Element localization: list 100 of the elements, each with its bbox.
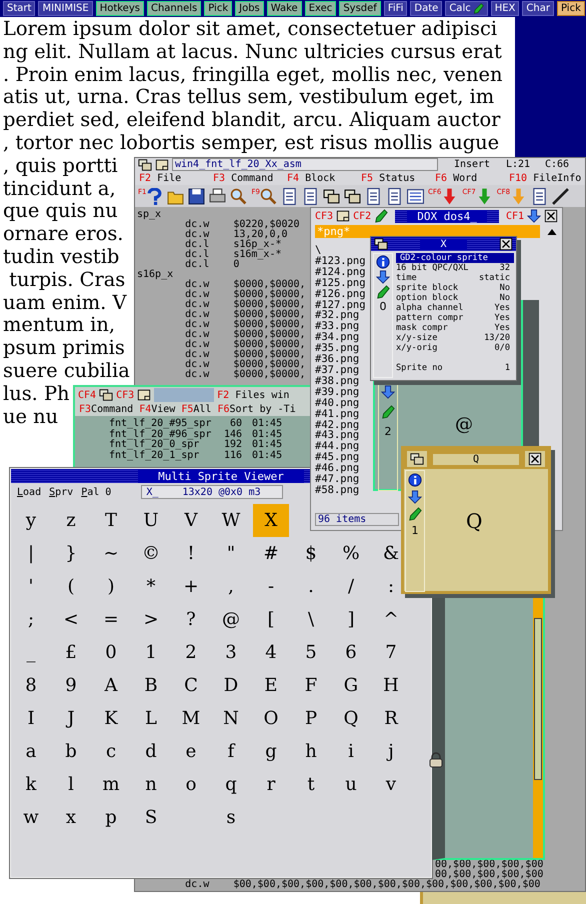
- toolbar-button[interactable]: [280, 188, 298, 204]
- toolbar-button[interactable]: [322, 188, 340, 204]
- glyph-cell[interactable]: P: [293, 702, 329, 735]
- glyph-cell[interactable]: w: [13, 801, 49, 834]
- glyph-cell[interactable]: 0: [93, 636, 129, 669]
- pen-icon[interactable]: [408, 507, 422, 521]
- sprite-info-field[interactable]: X_ 13x20 @0x0 m3: [141, 485, 284, 499]
- glyph-cell[interactable]: &: [381, 537, 401, 570]
- glyph-cell[interactable]: 6: [333, 636, 369, 669]
- toolbar-button[interactable]: [364, 188, 382, 204]
- toolbar-button[interactable]: [386, 188, 403, 204]
- menu-item[interactable]: F6Sort by -Ti: [217, 403, 296, 416]
- glyph-cell[interactable]: }: [53, 537, 89, 570]
- menu-item[interactable]: F6 Word: [435, 172, 509, 184]
- glyph-cell[interactable]: q: [213, 768, 249, 801]
- file-list-item[interactable]: #32.png: [315, 310, 360, 322]
- glyph-cell[interactable]: 4: [253, 636, 289, 669]
- glyph-cell[interactable]: >: [133, 603, 169, 636]
- glyph-cell[interactable]: :: [381, 570, 401, 603]
- glyph-cell[interactable]: \: [293, 603, 329, 636]
- taskbar-button[interactable]: Char: [522, 1, 554, 16]
- taskbar-button[interactable]: MINIMISE: [38, 1, 93, 16]
- menu-item[interactable]: F5All: [181, 403, 212, 416]
- glyph-cell[interactable]: 1: [133, 636, 169, 669]
- glyph-cell[interactable]: U: [133, 504, 169, 537]
- file-list-item[interactable]: #41.png: [315, 408, 360, 420]
- glyph-cell[interactable]: [: [253, 603, 289, 636]
- glyph-cell[interactable]: 7: [381, 636, 401, 669]
- taskbar-button[interactable]: Pick: [204, 1, 232, 16]
- info-icon[interactable]: [376, 255, 390, 269]
- glyph-cell[interactable]: ": [213, 537, 249, 570]
- window-icon[interactable]: [155, 158, 169, 172]
- file-list-item[interactable]: #36.png: [315, 354, 360, 365]
- file-list-item[interactable]: #38.png: [315, 376, 360, 387]
- glyph-cell[interactable]: E: [253, 669, 289, 702]
- taskbar-button[interactable]: Date: [410, 1, 442, 16]
- file-list-item[interactable]: #39.png: [315, 386, 360, 398]
- taskbar-button[interactable]: Sysdef: [339, 1, 381, 16]
- file-list-item[interactable]: #127.png: [315, 300, 366, 310]
- menu-item[interactable]: F10 FileInfo: [509, 172, 583, 184]
- stacked-windows-icon[interactable]: [138, 158, 152, 172]
- glyph-cell[interactable]: 5: [293, 636, 329, 669]
- glyph-cell[interactable]: K: [93, 702, 129, 735]
- glyph-cell[interactable]: C: [173, 669, 209, 702]
- glyph-cell[interactable]: !: [173, 537, 209, 570]
- glyph-cell[interactable]: /: [333, 570, 369, 603]
- glyph-cell[interactable]: y: [13, 504, 49, 537]
- glyph-cell[interactable]: g: [253, 735, 289, 768]
- window-icon[interactable]: [336, 209, 350, 223]
- glyph-cell[interactable]: (: [53, 570, 89, 603]
- file-list-item[interactable]: #40.png: [315, 398, 360, 409]
- glyph-cell[interactable]: a: [13, 735, 49, 768]
- close-icon[interactable]: [544, 209, 558, 223]
- glyph-cell[interactable]: f: [213, 735, 249, 768]
- taskbar-button[interactable]: Pick: [556, 1, 585, 16]
- glyph-cell[interactable]: i: [333, 735, 369, 768]
- glyph-cell[interactable]: B: [133, 669, 169, 702]
- info-icon[interactable]: [408, 473, 422, 487]
- toolbar-button[interactable]: [406, 188, 424, 204]
- menu-item[interactable]: F5 Status: [361, 172, 435, 184]
- window-icon[interactable]: [137, 388, 152, 402]
- glyph-cell[interactable]: l: [53, 768, 89, 801]
- taskbar-button[interactable]: Jobs: [235, 1, 264, 16]
- glyph-cell[interactable]: u: [333, 768, 369, 801]
- glyph-cell[interactable]: X: [253, 504, 289, 537]
- glyph-cell[interactable]: t: [293, 768, 329, 801]
- taskbar-button[interactable]: Calc: [445, 1, 488, 16]
- glyph-cell[interactable]: k: [13, 768, 49, 801]
- toolbar-button[interactable]: [209, 188, 226, 204]
- glyph-cell[interactable]: H: [381, 669, 401, 702]
- glyph-cell[interactable]: *: [133, 570, 169, 603]
- file-list-item[interactable]: #125.png: [315, 278, 366, 289]
- glyph-cell[interactable]: h: [293, 735, 329, 768]
- glyph-cell[interactable]: 8: [13, 669, 49, 702]
- down-arrow-icon[interactable]: [408, 490, 422, 504]
- glyph-cell[interactable]: j: [381, 735, 401, 768]
- file-list-item[interactable]: #47.png: [315, 474, 360, 485]
- close-icon[interactable]: [499, 237, 513, 251]
- toolbar-button[interactable]: [188, 188, 206, 204]
- file-list-item[interactable]: #45.png: [315, 452, 360, 464]
- glyph-cell[interactable]: r: [253, 768, 289, 801]
- glyph-cell[interactable]: =: [93, 603, 129, 636]
- glyph-cell[interactable]: +: [173, 570, 209, 603]
- glyph-cell[interactable]: s: [213, 801, 249, 834]
- file-list-item[interactable]: #46.png: [315, 463, 360, 474]
- stacked-windows-icon[interactable]: [374, 237, 388, 251]
- window-button[interactable]: [407, 451, 427, 467]
- glyph-cell[interactable]: ©: [133, 537, 169, 570]
- taskbar-button[interactable]: Exec: [304, 1, 336, 16]
- glyph-cell[interactable]: _: [13, 636, 49, 669]
- file-list-item[interactable]: #58.png: [315, 484, 360, 496]
- file-list-item[interactable]: \: [315, 245, 322, 256]
- taskbar-button[interactable]: HEX: [490, 1, 520, 16]
- menu-item[interactable]: Load: [17, 486, 42, 498]
- toolbar-button[interactable]: [302, 188, 319, 204]
- file-list-item[interactable]: #44.png: [315, 441, 360, 452]
- glyph-cell[interactable]: p: [93, 801, 129, 834]
- glyph-cell[interactable]: m: [93, 768, 129, 801]
- glyph-cell[interactable]: £: [53, 636, 89, 669]
- glyph-cell[interactable]: @: [213, 603, 249, 636]
